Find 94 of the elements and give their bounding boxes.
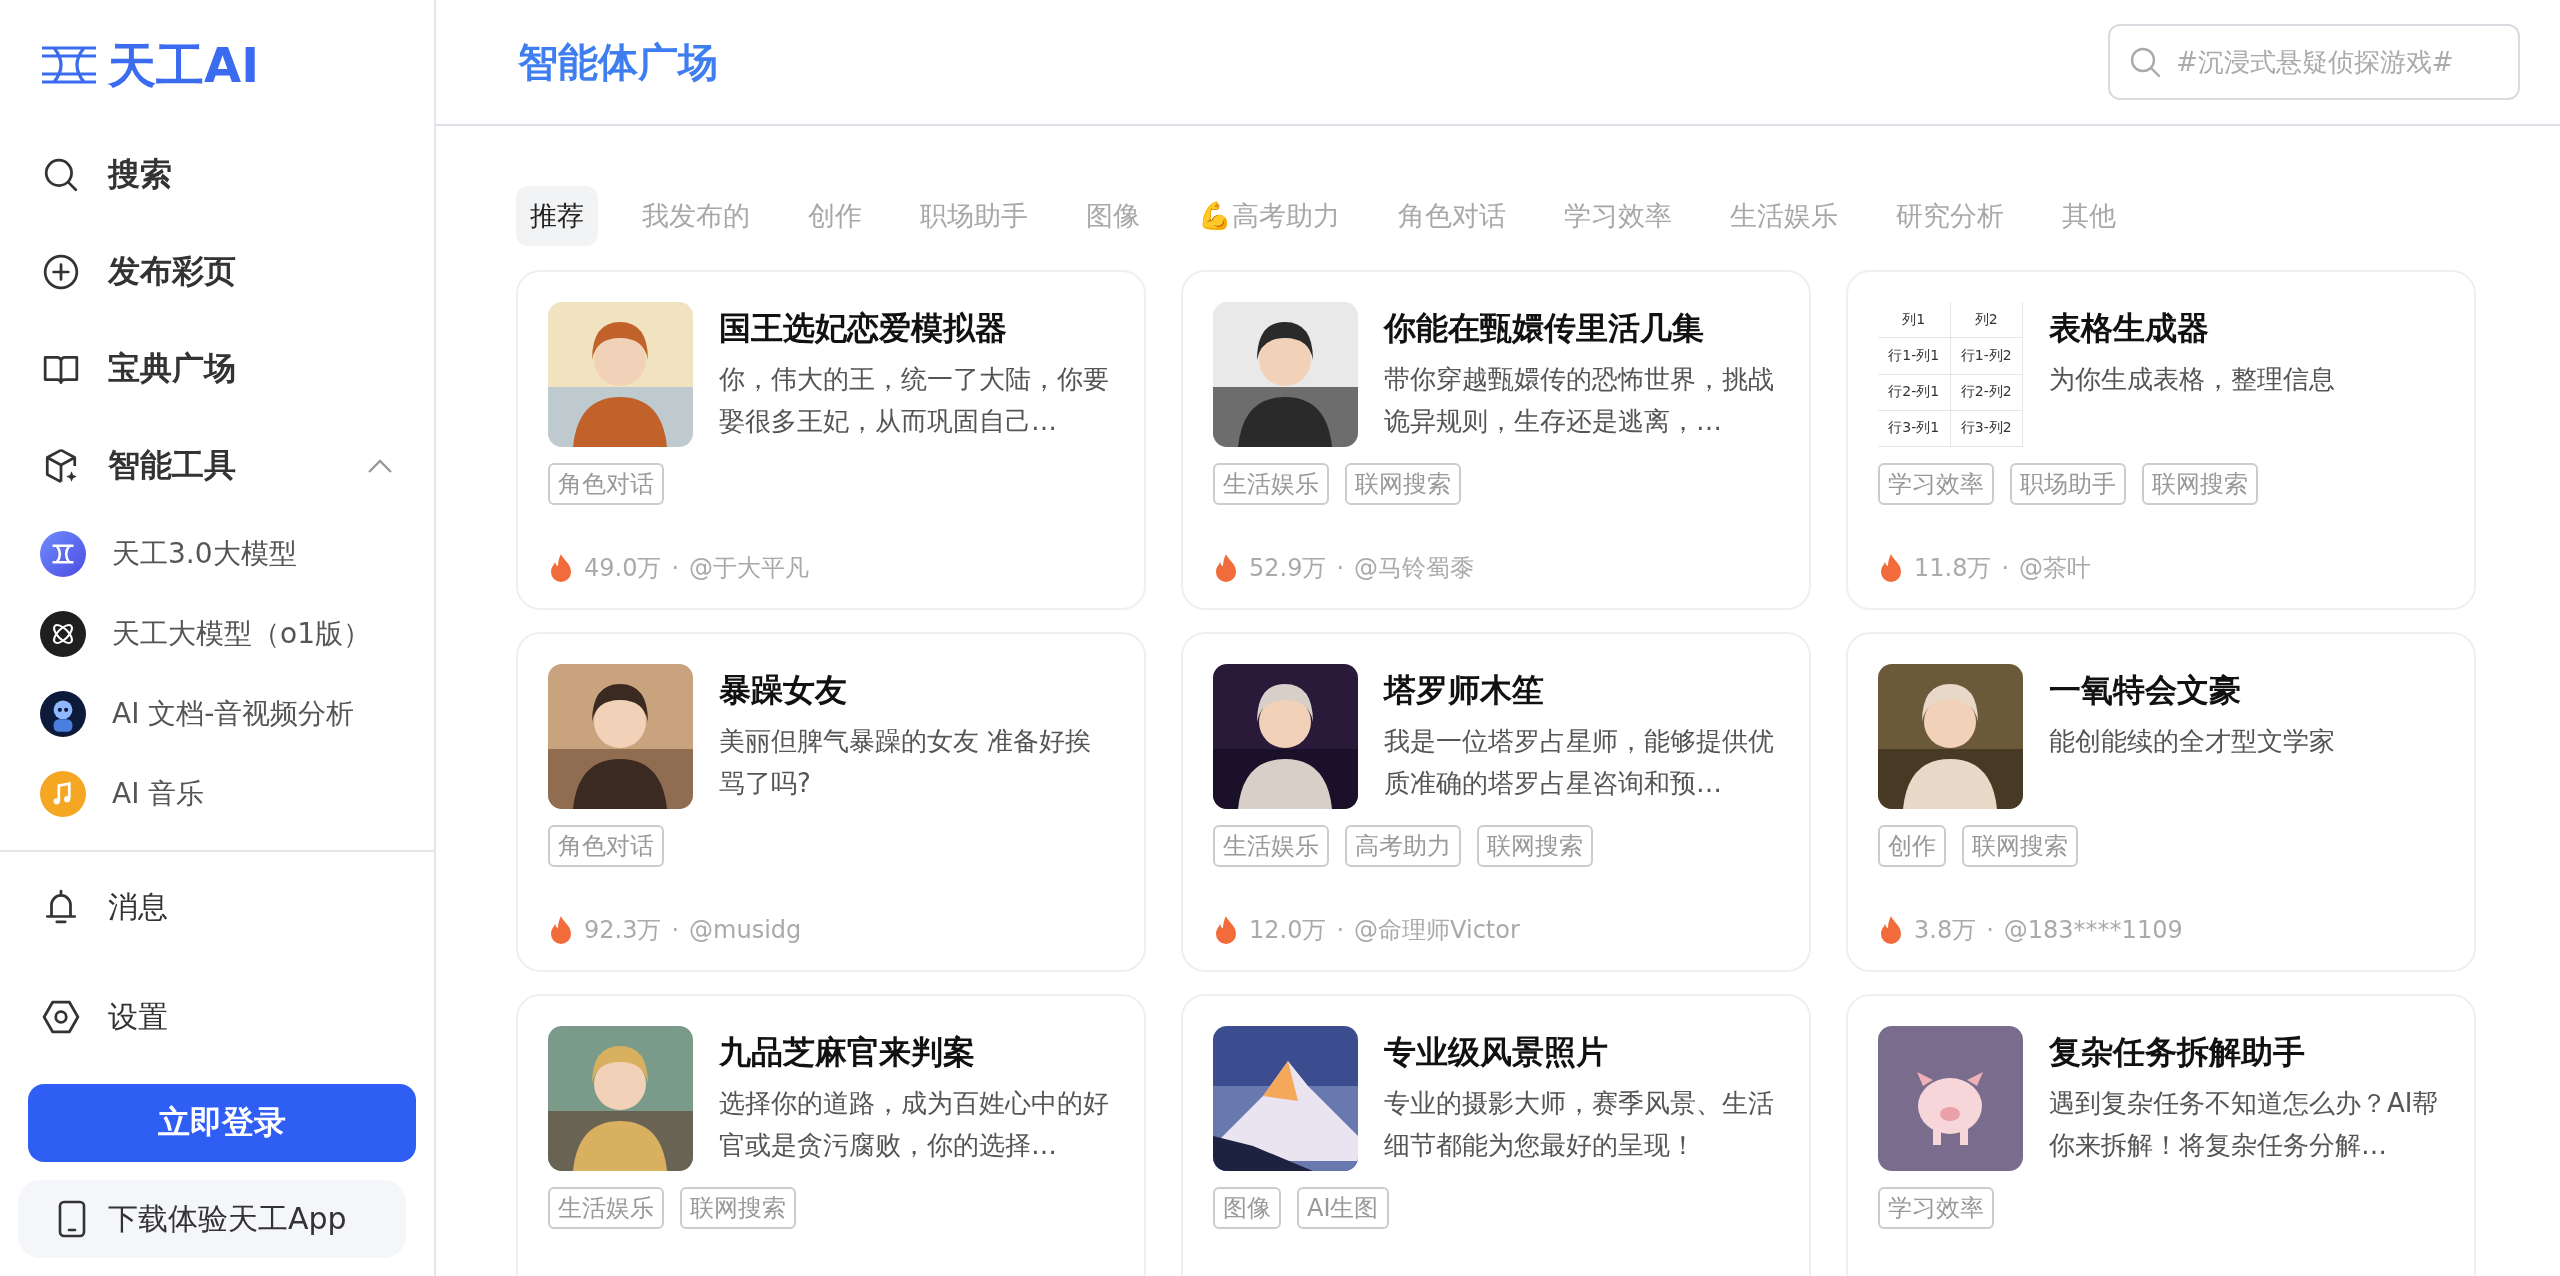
tag: AI生图 xyxy=(1297,1187,1389,1229)
tag: 生活娱乐 xyxy=(1213,825,1329,867)
tool-item[interactable]: AI 音乐 xyxy=(0,754,434,834)
agent-card[interactable]: 你能在甄嬛传里活几集 带你穿越甄嬛传的恐怖世界，挑战诡异规则，生存还是逃离，… 生活娱乐 联网搜索 52.9万 · @马铃蜀黍 xyxy=(1181,270,1811,610)
card-description: 美丽但脾气暴躁的女友 准备好挨骂了吗? xyxy=(719,725,1093,800)
agent-card[interactable]: 塔罗师木笙 我是一位塔罗占星师，能够提供优质准确的塔罗占星咨询和预… 生活娱乐 高考助力 联网搜索 12.0万 · @命理师Victor xyxy=(1181,632,1811,972)
card-title: 塔罗师木笙 xyxy=(1384,670,1545,711)
tag: 联网搜索 xyxy=(680,1187,796,1229)
card-description: 选择你的道路，成为百姓心中的好官或是贪污腐败，你的选择… xyxy=(719,1087,1110,1162)
card-title: 表格生成器 xyxy=(2049,308,2210,349)
card-title: 国王选妃恋爱模拟器 xyxy=(719,308,1008,349)
category-tab[interactable]: 推荐 xyxy=(516,186,598,246)
usage-count: 92.3万 xyxy=(584,915,662,946)
author-name: @于大平凡 xyxy=(689,553,810,584)
tool-item[interactable]: 天工大模型（o1版） xyxy=(0,594,434,674)
agent-card[interactable]: 暴躁女友 美丽但脾气暴躁的女友 准备好挨骂了吗? 角色对话 92.3万 · @musidg xyxy=(516,632,1146,972)
tag: 角色对话 xyxy=(548,825,664,867)
tag: 高考助力 xyxy=(1345,825,1461,867)
nav-item[interactable]: 消息 xyxy=(0,852,434,962)
card-description: 能创能续的全才型文学家 xyxy=(2049,725,2335,758)
page-title: 智能体广场 xyxy=(518,37,718,87)
separator-dot: · xyxy=(2001,554,2010,582)
phone-icon xyxy=(58,1200,86,1238)
tag: 创作 xyxy=(1878,825,1946,867)
logo-icon xyxy=(40,531,86,577)
card-title: 一氧特会文豪 xyxy=(2049,670,2242,711)
card-title: 复杂任务拆解助手 xyxy=(2049,1032,2306,1073)
card-description: 带你穿越甄嬛传的恐怖世界，挑战诡异规则，生存还是逃离，… xyxy=(1384,363,1775,438)
fire-icon xyxy=(1213,553,1239,583)
settings-icon xyxy=(42,998,80,1036)
usage-count: 11.8万 xyxy=(1914,553,1992,584)
tag: 联网搜索 xyxy=(1345,463,1461,505)
separator-dot: · xyxy=(671,916,680,944)
agent-card[interactable]: 列1 列2 行1-列1 行1-列2 行2-列1 行2-列2 行3-列1 行3-列2 表格生成器 为你生成表格，整理信息 学习效率 职场助手 联网搜索 11.8万 · @茶叶 xyxy=(1846,270,2476,610)
plus-icon xyxy=(42,252,80,291)
author-name: @茶叶 xyxy=(2019,553,2092,584)
fire-icon xyxy=(548,915,574,945)
agent-card[interactable]: 九品芝麻官来判案 选择你的道路，成为百姓心中的好官或是贪污腐败，你的选择… 生活娱乐 联网搜索 xyxy=(516,994,1146,1276)
tag: 学习效率 xyxy=(1878,463,1994,505)
author-name: @命理师Victor xyxy=(1354,915,1520,946)
fire-icon xyxy=(548,553,574,583)
tag: 联网搜索 xyxy=(2142,463,2258,505)
author-name: @musidg xyxy=(689,916,802,944)
nav-item[interactable]: 搜索 xyxy=(0,126,434,223)
card-description: 你，伟大的王，统一了大陆，你要娶很多王妃，从而巩固自己… xyxy=(719,363,1110,438)
separator-dot: · xyxy=(1986,916,1994,944)
tag: 联网搜索 xyxy=(1477,825,1593,867)
logo-text: 天工AI xyxy=(108,41,259,89)
tag: 职场助手 xyxy=(2010,463,2126,505)
author-name: @马铃蜀黍 xyxy=(1354,553,1475,584)
tag: 角色对话 xyxy=(548,463,664,505)
card-title: 专业级风景照片 xyxy=(1384,1032,1609,1073)
usage-count: 12.0万 xyxy=(1249,915,1327,946)
nav-item[interactable]: 发布彩页 xyxy=(0,223,434,320)
card-description: 遇到复杂任务不知道怎么办？AI帮你来拆解！将复杂任务分解… xyxy=(2049,1087,2440,1162)
tag: 图像 xyxy=(1213,1187,1281,1229)
agent-card[interactable]: 复杂任务拆解助手 遇到复杂任务不知道怎么办？AI帮你来拆解！将复杂任务分解… 学习效率 xyxy=(1846,994,2476,1276)
search-icon xyxy=(2128,45,2162,79)
tag: 生活娱乐 xyxy=(1213,463,1329,505)
usage-count: 49.0万 xyxy=(584,553,662,584)
author-name: @183****1109 xyxy=(2003,916,2183,944)
fire-icon xyxy=(1213,915,1239,945)
robot-icon xyxy=(40,691,86,737)
atom-icon xyxy=(40,611,86,657)
table-thumbnail: 列1 列2 行1-列1 行1-列2 行2-列1 行2-列2 行3-列1 行3-列2 xyxy=(1878,302,2023,447)
separator-dot: · xyxy=(1336,916,1345,944)
fire-icon xyxy=(1878,553,1904,583)
logo-icon xyxy=(40,44,98,86)
nav-item[interactable]: 智能工具 xyxy=(0,417,434,514)
nav-item[interactable]: 宝典广场 xyxy=(0,320,434,417)
music-icon xyxy=(40,771,86,817)
tag: 学习效率 xyxy=(1878,1187,1994,1229)
fire-icon xyxy=(1878,915,1904,945)
agent-card[interactable]: 国王选妃恋爱模拟器 你，伟大的王，统一了大陆，你要娶很多王妃，从而巩固自己… 角色对话 49.0万 · @于大平凡 xyxy=(516,270,1146,610)
separator-dot: · xyxy=(671,554,680,582)
card-description: 专业的摄影大师，赛季风景、生活细节都能为您最好的呈现！ xyxy=(1384,1087,1775,1162)
card-title: 你能在甄嬛传里活几集 xyxy=(1384,308,1705,349)
download-app-button[interactable]: 下载体验天工App xyxy=(18,1180,406,1258)
card-title: 暴躁女友 xyxy=(719,670,848,711)
card-title: 九品芝麻官来判案 xyxy=(719,1032,976,1073)
agent-card[interactable]: 一氧特会文豪 能创能续的全才型文学家 创作 联网搜索 3.8万 · @183****1109 xyxy=(1846,632,2476,972)
usage-count: 3.8万 xyxy=(1914,915,1977,946)
tag: 联网搜索 xyxy=(1962,825,2078,867)
tool-item[interactable]: 天工3.0大模型 xyxy=(0,514,434,594)
usage-count: 52.9万 xyxy=(1249,553,1327,584)
separator-dot: · xyxy=(1336,554,1345,582)
card-description: 为你生成表格，整理信息 xyxy=(2049,363,2335,396)
tag: 生活娱乐 xyxy=(548,1187,664,1229)
agent-card[interactable]: 专业级风景照片 专业的摄影大师，赛季风景、生活细节都能为您最好的呈现！ 图像 AI生图 xyxy=(1181,994,1811,1276)
tool-item[interactable]: AI 文档-音视频分析 xyxy=(0,674,434,754)
login-button[interactable]: 立即登录 xyxy=(28,1084,416,1162)
search-field[interactable]: #沉浸式悬疑侦探游戏# xyxy=(2108,24,2520,100)
card-description: 我是一位塔罗占星师，能够提供优质准确的塔罗占星咨询和预… xyxy=(1384,725,1775,800)
nav-item[interactable]: 设置 xyxy=(0,962,434,1072)
